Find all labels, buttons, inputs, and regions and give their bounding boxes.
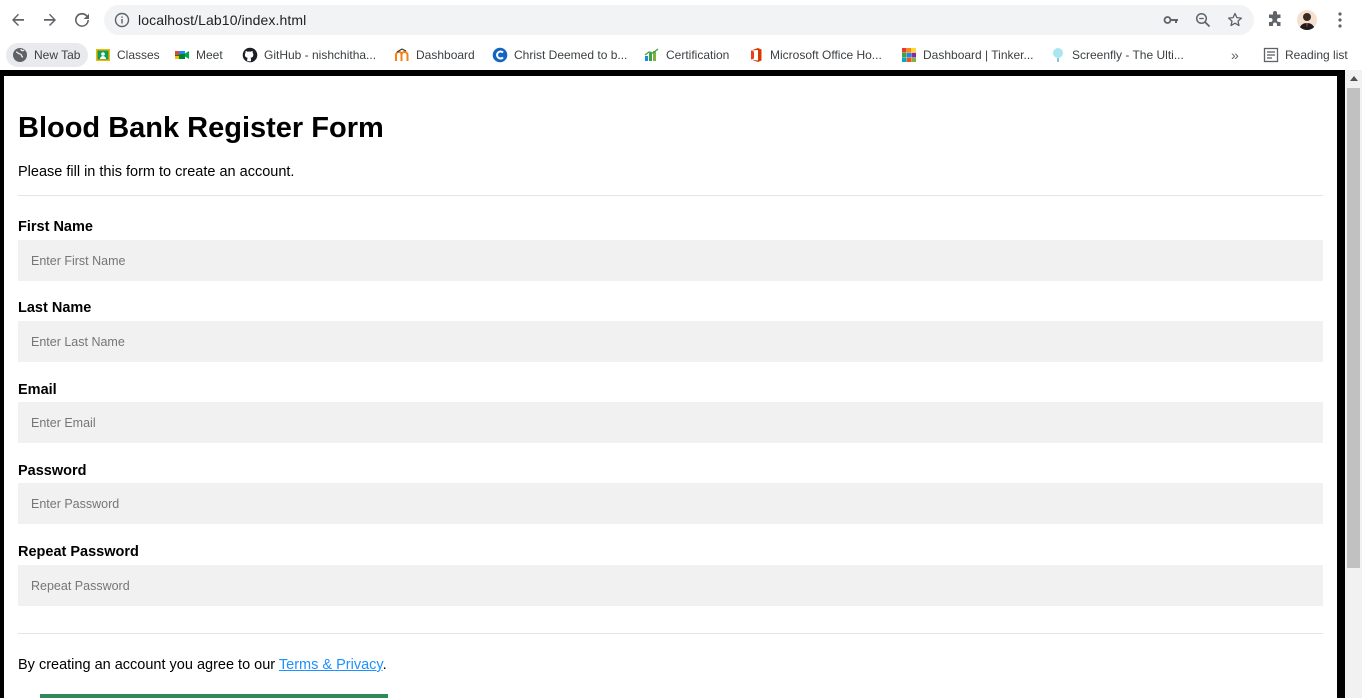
bookmarks-overflow-button[interactable]: » [1231, 43, 1239, 67]
divider [18, 633, 1323, 634]
key-icon [1163, 16, 1178, 24]
bookmark-label: Certification [666, 48, 730, 62]
bookmark-label: Dashboard [416, 48, 475, 62]
christ-university-icon [492, 47, 508, 63]
bookmark-label: New Tab [34, 48, 81, 62]
first-name-input[interactable] [18, 240, 1323, 281]
bookmark-label: Screenfly - The Ulti... [1072, 48, 1184, 62]
bookmark-dashboard[interactable]: Dashboard [394, 43, 475, 67]
address-url[interactable]: localhost/Lab10/index.html [138, 12, 306, 28]
terms-prefix: By creating an account you agree to our [18, 657, 279, 673]
bookmark-label: Christ Deemed to b... [514, 48, 628, 62]
taskbar-strip [40, 694, 388, 698]
repeat-password-input[interactable] [18, 565, 1323, 606]
extensions-button[interactable] [1265, 10, 1285, 30]
back-button[interactable] [6, 8, 30, 32]
bookmark-screenfly[interactable]: Screenfly - The Ulti... [1050, 43, 1184, 67]
star-icon [1227, 12, 1243, 27]
browser-menu-button[interactable] [1330, 10, 1350, 30]
terms-suffix: . [382, 657, 387, 673]
password-key-button[interactable] [1163, 12, 1179, 28]
google-meet-icon [174, 47, 190, 63]
last-name-label: Last Name [18, 300, 92, 316]
bookmark-meet[interactable]: Meet [174, 43, 223, 67]
terms-text: By creating an account you agree to our … [18, 657, 387, 673]
bookmark-new-tab[interactable]: New Tab [6, 43, 89, 67]
repeat-password-label: Repeat Password [18, 544, 139, 560]
email-input[interactable] [18, 402, 1323, 443]
first-name-label: First Name [18, 219, 93, 235]
bookmark-star-button[interactable] [1227, 12, 1243, 28]
bookmarks-bar: New Tab Classes Meet GitHub - nishchitha… [0, 40, 1362, 70]
bookmark-label: Microsoft Office Ho... [770, 48, 882, 62]
bookmark-classes[interactable]: Classes [95, 43, 160, 67]
bookmark-tinkercad[interactable]: Dashboard | Tinker... [901, 43, 1034, 67]
office-icon [748, 47, 764, 63]
bar-chart-icon [644, 47, 660, 63]
reload-icon [75, 12, 89, 27]
reading-list-label: Reading list [1285, 48, 1348, 62]
arrow-right-icon [44, 13, 56, 26]
site-info-button[interactable] [114, 12, 130, 28]
arrow-left-icon [12, 13, 24, 26]
scroll-up-button[interactable] [1345, 70, 1362, 87]
page-viewport: Blood Bank Register Form Please fill in … [0, 70, 1362, 698]
terms-privacy-link[interactable]: Terms & Privacy [279, 657, 383, 673]
zoom-button[interactable] [1195, 12, 1211, 28]
bookmark-certification[interactable]: Certification [644, 43, 729, 67]
last-name-input[interactable] [18, 321, 1323, 362]
screenfly-icon [1050, 47, 1066, 63]
globe-icon [12, 47, 28, 63]
form-intro-text: Please fill in this form to create an ac… [18, 164, 295, 180]
bookmark-christ[interactable]: Christ Deemed to b... [492, 43, 627, 67]
bookmark-github[interactable]: GitHub - nishchitha... [242, 43, 376, 67]
bookmark-label: Meet [196, 48, 223, 62]
divider [18, 195, 1323, 196]
zoom-icon [1195, 12, 1211, 28]
page-title: Blood Bank Register Form [18, 112, 384, 144]
email-label: Email [18, 382, 57, 398]
scrollbar-thumb[interactable] [1347, 88, 1360, 568]
address-bar[interactable]: localhost/Lab10/index.html [104, 5, 1254, 35]
forward-button[interactable] [38, 8, 62, 32]
profile-picture-icon [1299, 13, 1315, 30]
bookmark-label: GitHub - nishchitha... [264, 48, 377, 62]
chevron-double-right-icon: » [1231, 47, 1239, 63]
browser-toolbar: localhost/Lab10/index.html [0, 0, 1362, 40]
bookmark-label: Classes [117, 48, 160, 62]
github-icon [242, 47, 258, 63]
tinkercad-icon [901, 47, 917, 63]
google-classroom-icon [95, 47, 111, 63]
reading-list-button[interactable]: Reading list [1263, 43, 1348, 67]
profile-avatar[interactable] [1297, 10, 1317, 30]
puzzle-icon [1269, 11, 1281, 26]
info-icon [114, 12, 130, 28]
reload-button[interactable] [70, 8, 94, 32]
register-form: Blood Bank Register Form Please fill in … [4, 76, 1337, 698]
kebab-menu-icon [1338, 12, 1342, 28]
password-input[interactable] [18, 483, 1323, 524]
moodle-icon [394, 47, 410, 63]
bookmark-label: Dashboard | Tinker... [923, 48, 1034, 62]
page-scrollbar[interactable] [1345, 70, 1362, 698]
caret-up-icon [1349, 76, 1358, 81]
password-label: Password [18, 463, 87, 479]
reading-list-icon [1263, 47, 1279, 63]
bookmark-office[interactable]: Microsoft Office Ho... [748, 43, 882, 67]
